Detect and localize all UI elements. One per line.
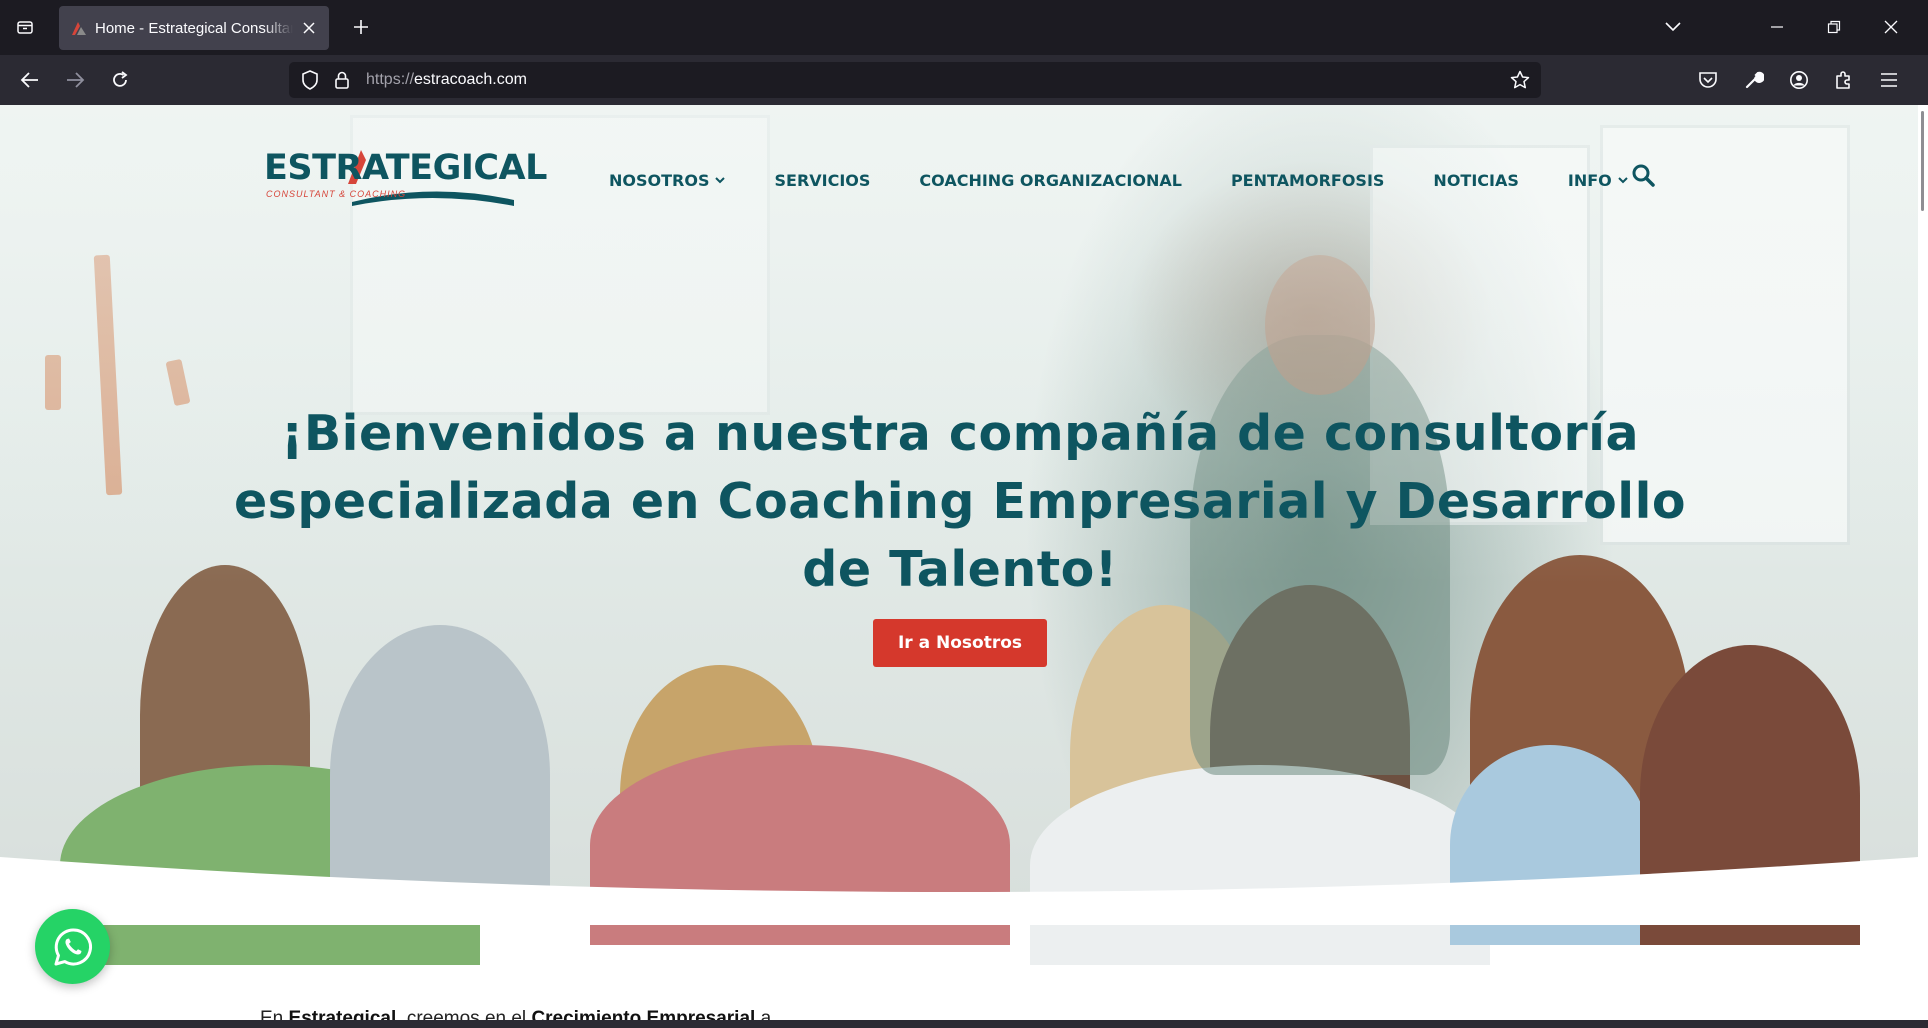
page-scrollbar[interactable]: [1918, 105, 1928, 1020]
hero-headline-line: de Talento!: [802, 541, 1118, 598]
url-text: https://estracoach.com: [366, 71, 527, 88]
site-favicon-icon: [72, 22, 86, 35]
menu-item-coaching-organizacional[interactable]: COACHING ORGANIZACIONAL: [919, 171, 1182, 190]
shield-icon[interactable]: [298, 68, 322, 92]
account-icon[interactable]: [1784, 65, 1814, 95]
menu-item-nosotros[interactable]: NOSOTROS: [609, 170, 726, 190]
chevron-down-icon: [1618, 176, 1628, 184]
menu-item-noticias[interactable]: NOTICIAS: [1433, 171, 1518, 190]
site-logo[interactable]: ESTRATEGICAL CONSULTANT & COACHING: [262, 142, 547, 208]
restore-icon[interactable]: [1819, 12, 1849, 42]
wrench-icon[interactable]: [1739, 65, 1769, 95]
navigation-toolbar: https://estracoach.com: [0, 55, 1928, 105]
intro-paragraph: En Estrategical, creemos en el Crecimien…: [260, 1008, 771, 1020]
menu-item-label: INFO: [1567, 170, 1612, 190]
plus-icon[interactable]: [346, 12, 376, 42]
back-arrow-icon[interactable]: [15, 65, 45, 95]
intro-text: a: [755, 1008, 772, 1020]
lock-icon[interactable]: [330, 68, 354, 92]
intro-text: En: [260, 1008, 289, 1020]
pocket-icon[interactable]: [1693, 65, 1723, 95]
whatsapp-chat-button[interactable]: [35, 909, 110, 984]
extensions-icon[interactable]: [1829, 65, 1859, 95]
intro-brand: Estrategical: [288, 1008, 397, 1020]
active-tab[interactable]: Home - Estrategical Consultant: [59, 6, 329, 50]
logo-tagline: CONSULTANT & COACHING: [266, 189, 407, 199]
chevron-down-icon: [715, 176, 726, 184]
tab-bar: Home - Estrategical Consultant: [0, 0, 1928, 55]
hero-headline-line: ¡Bienvenidos a nuestra compañía de consu…: [280, 405, 1640, 462]
logo-wordmark: ESTRATEGICAL: [264, 148, 547, 188]
reload-icon[interactable]: [105, 65, 135, 95]
forward-arrow-icon[interactable]: [60, 65, 90, 95]
search-icon[interactable]: [1629, 161, 1657, 189]
intro-emphasis: Crecimiento Empresarial: [531, 1008, 756, 1020]
intro-text: , creemos en el: [396, 1008, 532, 1020]
whatsapp-icon: [54, 927, 92, 965]
menu-item-pentamorfosis[interactable]: PENTAMORFOSIS: [1231, 171, 1384, 190]
close-icon[interactable]: [299, 18, 319, 38]
menu-item-label: NOSOTROS: [609, 170, 710, 190]
page-viewport: ESTRATEGICAL CONSULTANT & COACHING NOSOT…: [0, 105, 1918, 1020]
hero-headline-line: especializada en Coaching Empresarial y …: [233, 473, 1687, 530]
hero-bottom-curve: [0, 857, 1918, 925]
menu-item-info[interactable]: INFO: [1568, 171, 1628, 190]
minimize-icon[interactable]: [1762, 12, 1792, 42]
hero-headline: ¡Bienvenidos a nuestra compañía de consu…: [200, 400, 1720, 604]
window-bottom-edge: [0, 1020, 1928, 1028]
primary-menu: NOSOTROS SERVICIOS COACHING ORGANIZACION…: [609, 165, 1677, 195]
menu-item-servicios[interactable]: SERVICIOS: [774, 171, 870, 190]
tab-title: Home - Estrategical Consultant: [95, 19, 293, 37]
hamburger-menu-icon[interactable]: [1874, 65, 1904, 95]
ir-a-nosotros-button[interactable]: Ir a Nosotros: [873, 619, 1047, 667]
scrollbar-thumb[interactable]: [1921, 111, 1924, 211]
window-close-icon[interactable]: [1876, 12, 1906, 42]
chevron-down-icon[interactable]: [1658, 12, 1688, 42]
address-bar[interactable]: https://estracoach.com: [289, 62, 1541, 98]
tab-list-icon[interactable]: [10, 12, 40, 42]
star-icon[interactable]: [1508, 68, 1532, 92]
